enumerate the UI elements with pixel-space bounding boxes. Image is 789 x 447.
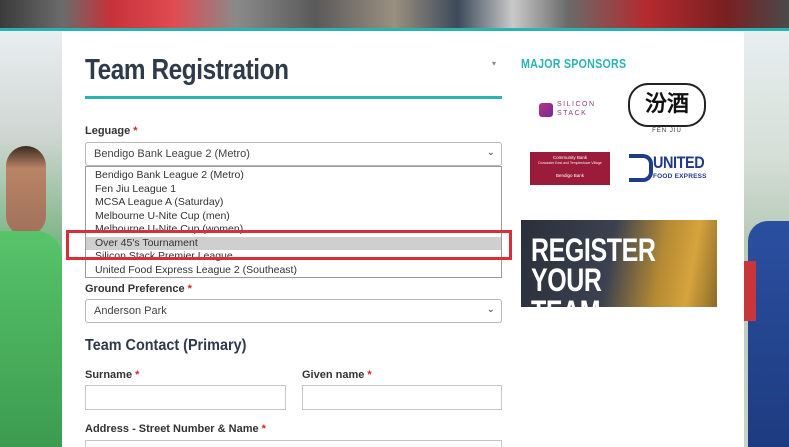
required-mark: * <box>367 369 372 381</box>
chevron-down-icon: ⌄ <box>486 147 495 158</box>
player-arm-right <box>744 261 756 321</box>
page-title: Team Registration <box>85 54 289 86</box>
player-head-left <box>6 146 46 236</box>
league-label: Leguage * <box>85 125 138 137</box>
community-bank-subtitle: Doncaster East and Templestowe Village <box>538 161 602 165</box>
player-shirt-right <box>748 221 789 447</box>
silicon-line2: STACK <box>557 110 588 117</box>
chevron-down-icon: ⌄ <box>486 304 495 315</box>
league-label-text: Leguage <box>85 125 131 137</box>
league-option[interactable]: Melbourne U-Nite Cup (men) <box>86 210 501 223</box>
league-select[interactable]: Bendigo Bank League 2 (Metro) ⌄ <box>85 142 502 166</box>
united-sub-text: FOOD EXPRESS <box>653 173 707 180</box>
register-your-team-banner[interactable]: REGISTER YOUR TEAM <box>521 220 717 307</box>
league-dropdown-list[interactable]: Bendigo Bank League 2 (Metro) Fen Jiu Le… <box>85 166 502 278</box>
united-main-text: UNITED <box>653 153 705 172</box>
team-contact-heading: Team Contact (Primary) <box>85 337 247 354</box>
register-banner-line2: YOUR TEAM <box>531 262 602 307</box>
community-bank-logo[interactable]: Community Bank Doncaster East and Temple… <box>530 152 610 185</box>
ground-label-text: Ground Preference <box>85 283 185 295</box>
required-mark: * <box>187 283 192 295</box>
ground-select[interactable]: Anderson Park ⌄ <box>85 299 502 323</box>
given-name-label-text: Given name <box>302 369 365 381</box>
fen-jiu-characters: 汾酒 <box>628 83 706 127</box>
silicon-stack-text: SILICON STACK <box>557 100 596 118</box>
surname-label-text: Surname <box>85 369 133 381</box>
united-logo-icon <box>629 154 653 182</box>
league-option[interactable]: Bendigo Bank League 2 (Metro) <box>86 169 501 182</box>
player-shirt-left <box>0 231 62 447</box>
fen-jiu-name: FEN JIU <box>652 128 682 134</box>
header-banner-photo <box>0 0 789 30</box>
given-name-field[interactable] <box>302 385 502 410</box>
sponsors-heading: MAJOR SPONSORS <box>521 56 627 71</box>
silicon-stack-logo[interactable]: SILICON STACK <box>539 99 603 123</box>
background-player-right <box>744 31 789 447</box>
required-mark: * <box>261 423 266 435</box>
silicon-line1: SILICON <box>557 101 596 108</box>
fen-jiu-logo[interactable]: 汾酒 FEN JIU <box>628 81 706 141</box>
league-option[interactable]: United Food Express League 2 (Southeast) <box>86 264 501 277</box>
ground-label: Ground Preference * <box>85 283 192 295</box>
league-option[interactable]: MCSA League A (Saturday) <box>86 196 501 209</box>
address-field[interactable] <box>85 440 502 447</box>
united-food-express-logo[interactable]: UNITED FOOD EXPRESS <box>629 153 711 185</box>
ground-select-value: Anderson Park <box>94 305 167 317</box>
caret-down-icon[interactable]: ▾ <box>492 59 496 68</box>
surname-label: Surname * <box>85 369 139 381</box>
silicon-stack-icon <box>539 103 553 117</box>
bendigo-bank-text: Bendigo Bank <box>555 173 585 178</box>
league-select-value: Bendigo Bank League 2 (Metro) <box>94 148 250 160</box>
address-label: Address - Street Number & Name * <box>85 423 266 435</box>
required-mark: * <box>133 125 138 137</box>
address-label-text: Address - Street Number & Name <box>85 423 259 435</box>
annotation-highlight-box <box>66 230 512 260</box>
surname-field[interactable] <box>85 385 286 410</box>
title-underline <box>85 96 502 99</box>
league-option[interactable]: Fen Jiu League 1 <box>86 183 501 196</box>
background-player-left <box>0 31 62 447</box>
given-name-label: Given name * <box>302 369 372 381</box>
required-mark: * <box>135 369 140 381</box>
